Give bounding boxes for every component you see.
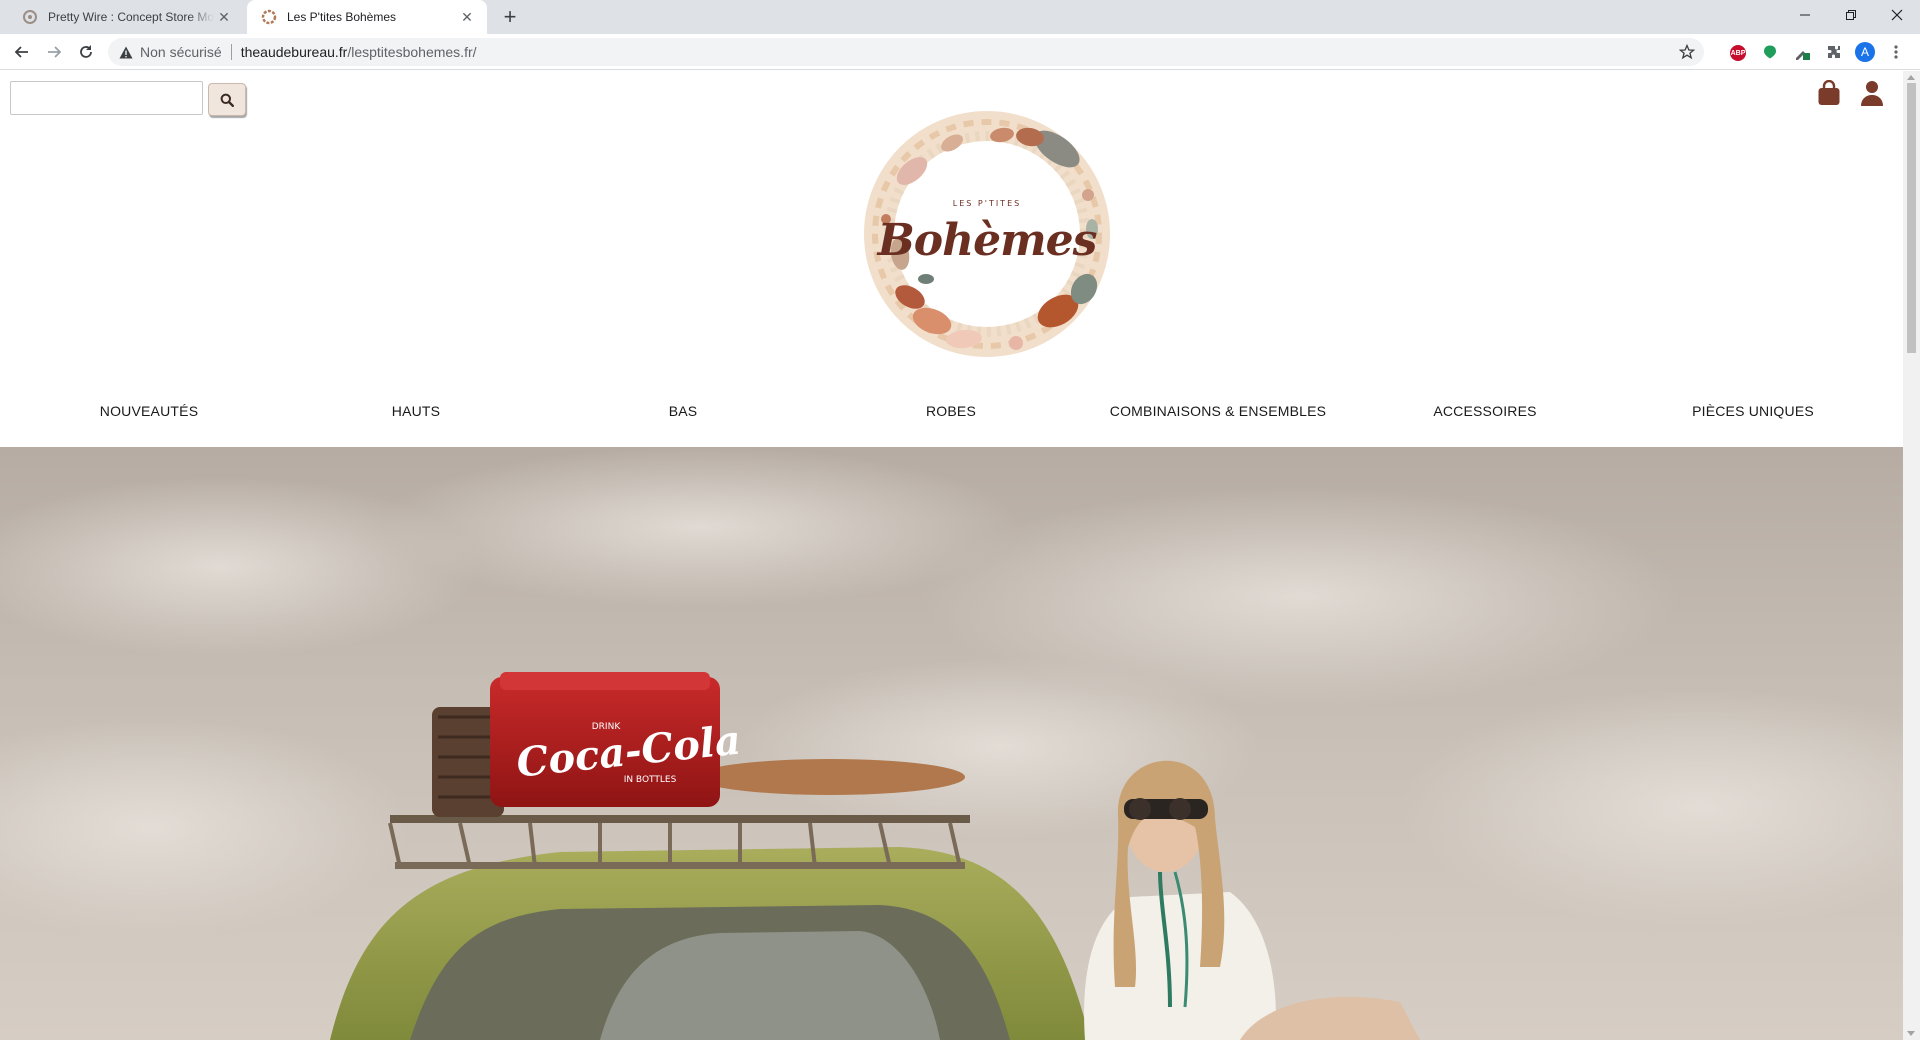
search-button[interactable] (208, 83, 246, 116)
scrollbar-thumb[interactable] (1907, 83, 1916, 353)
url-host: theaudebureau.fr (240, 44, 348, 60)
browser-menu-kebab-icon[interactable] (1886, 42, 1906, 62)
logo-tagline: LES P'TITES (952, 199, 1022, 208)
user-account-icon[interactable] (1858, 78, 1886, 108)
extensions-puzzle-icon[interactable] (1824, 42, 1844, 62)
restore-icon[interactable] (1828, 0, 1874, 30)
green-extension-icon[interactable] (1760, 42, 1780, 62)
bookmark-star-icon[interactable] (1678, 43, 1696, 61)
hero-banner-image: DRINK Coca-Cola IN BOTTLES (0, 447, 1903, 1040)
tab-title: Pretty Wire : Concept Store Mode (48, 10, 214, 24)
site-favicon-icon (261, 9, 277, 25)
url-text[interactable]: theaudebureau.fr/lesptitesbohemes.fr/ (241, 44, 477, 60)
new-tab-plus-icon[interactable]: + (498, 4, 522, 29)
site-logo[interactable]: LES P'TITES Bohèmes (852, 99, 1122, 369)
browser-toolbar: Non sécurisé theaudebureau.fr/lesptitesb… (0, 34, 1920, 70)
close-window-icon[interactable] (1874, 0, 1920, 30)
page-scrollbar[interactable] (1903, 71, 1920, 1040)
profile-avatar[interactable]: A (1855, 42, 1875, 62)
forward-arrow-icon[interactable] (40, 38, 68, 66)
hero-photo-illustration: DRINK Coca-Cola IN BOTTLES (0, 447, 1903, 1040)
search-icon (220, 93, 234, 107)
scroll-up-arrow-icon[interactable] (1907, 75, 1915, 80)
nav-item-hauts[interactable]: HAUTS (297, 391, 535, 431)
search-input[interactable] (10, 81, 203, 115)
shopping-bag-icon[interactable] (1816, 78, 1842, 108)
warning-triangle-icon[interactable] (118, 44, 134, 60)
minimize-icon[interactable] (1782, 0, 1828, 30)
site-favicon-icon (22, 9, 38, 25)
address-separator (230, 44, 232, 60)
page-viewport: LES P'TITES Bohèmes NOUVEAUTÉS HAUTS BAS… (0, 71, 1903, 1040)
nav-item-pieces-uniques[interactable]: PIÈCES UNIQUES (1634, 391, 1872, 431)
tab-strip: Pretty Wire : Concept Store Mode ✕ Les P… (0, 0, 1920, 34)
main-navigation: NOUVEAUTÉS HAUTS BAS ROBES COMBINAISONS … (0, 391, 1903, 431)
tab-les-ptites-bohemes[interactable]: Les P'tites Bohèmes ✕ (247, 0, 487, 34)
tab-title: Les P'tites Bohèmes (287, 10, 397, 24)
nav-item-bas[interactable]: BAS (564, 391, 802, 431)
url-path: /lesptitesbohemes.fr/ (347, 44, 477, 60)
tab-close-icon[interactable]: ✕ (457, 7, 477, 27)
tab-pretty-wire[interactable]: Pretty Wire : Concept Store Mode ✕ (8, 0, 244, 34)
nav-item-robes[interactable]: ROBES (832, 391, 1070, 431)
nav-item-nouveautes[interactable]: NOUVEAUTÉS (30, 391, 268, 431)
logo-wordmark: Bohèmes (877, 215, 1098, 266)
back-arrow-icon[interactable] (8, 38, 36, 66)
security-label[interactable]: Non sécurisé (140, 44, 222, 60)
eyedropper-extension-icon[interactable] (1792, 42, 1812, 62)
address-bar[interactable]: Non sécurisé theaudebureau.fr/lesptitesb… (108, 38, 1704, 66)
adblock-extension-icon[interactable]: ABP (1728, 42, 1748, 62)
nav-item-accessoires[interactable]: ACCESSOIRES (1366, 391, 1604, 431)
scroll-down-arrow-icon[interactable] (1907, 1031, 1915, 1036)
cooler-label-bottom: IN BOTTLES (624, 775, 677, 785)
tab-close-icon[interactable]: ✕ (214, 7, 234, 27)
nav-item-combinaisons-ensembles[interactable]: COMBINAISONS & ENSEMBLES (1099, 391, 1337, 431)
reload-icon[interactable] (72, 38, 100, 66)
